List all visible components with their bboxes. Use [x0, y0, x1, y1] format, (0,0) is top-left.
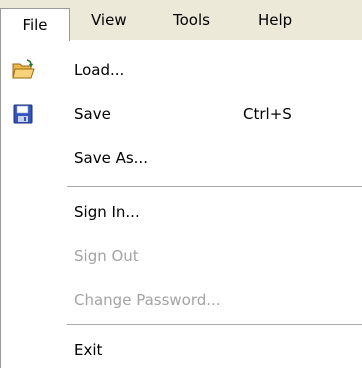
menu-file-label: File: [22, 16, 48, 34]
menu-item-change-password-label: Change Password...: [74, 291, 221, 309]
menu-item-sign-out-label: Sign Out: [74, 247, 139, 265]
menu-item-exit-label: Exit: [74, 341, 103, 359]
menu-item-save-as-label: Save As...: [74, 149, 148, 167]
menu-item-change-password[interactable]: Change Password...: [1, 278, 362, 322]
menu-separator: [67, 324, 362, 325]
menu-file[interactable]: File: [0, 8, 70, 41]
menu-view[interactable]: View: [91, 0, 127, 40]
menu-tools-label: Tools: [173, 11, 210, 29]
menu-separator: [67, 186, 362, 187]
floppy-disk-icon: [13, 104, 33, 124]
menu-help[interactable]: Help: [258, 0, 292, 40]
open-folder-icon: [11, 58, 35, 82]
menu-item-save-shortcut: Ctrl+S: [243, 105, 292, 123]
file-dropdown-menu: Load... Save Ctrl+S Save As... Sign In..…: [0, 40, 362, 368]
menu-help-label: Help: [258, 11, 293, 29]
menu-item-save-label: Save: [74, 105, 111, 123]
menu-bar: File View Tools Help: [0, 0, 362, 41]
menu-item-sign-in[interactable]: Sign In...: [1, 190, 362, 234]
menu-item-sign-out[interactable]: Sign Out: [1, 234, 362, 278]
menu-item-load[interactable]: Load...: [1, 48, 362, 92]
menu-view-label: View: [91, 11, 127, 29]
menu-item-save[interactable]: Save Ctrl+S: [1, 92, 362, 136]
menu-tools[interactable]: Tools: [173, 0, 210, 40]
menu-item-exit[interactable]: Exit: [1, 328, 362, 372]
menu-item-sign-in-label: Sign In...: [74, 203, 140, 221]
menu-item-load-label: Load...: [74, 61, 125, 79]
menu-item-save-as[interactable]: Save As...: [1, 136, 362, 180]
